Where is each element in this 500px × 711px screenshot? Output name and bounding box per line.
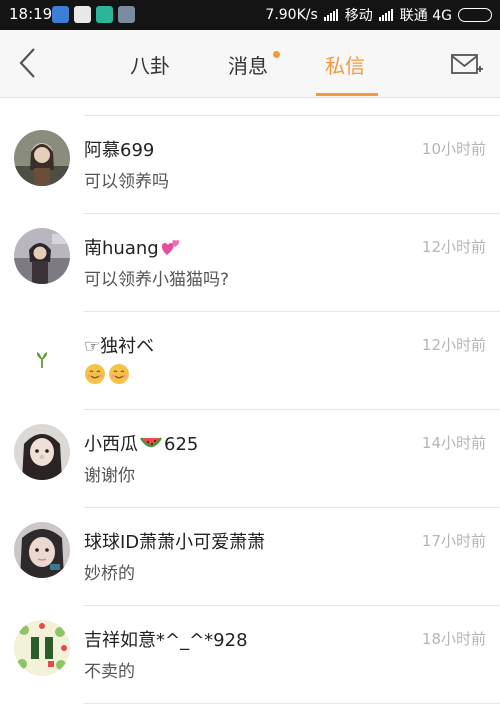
message-time: 10小时前: [421, 140, 486, 158]
active-tab-indicator: [316, 93, 378, 96]
contact-name: 吉祥如意*^_^*928: [84, 630, 248, 651]
status-right: 7.90K/s 移动 联通 4G: [259, 5, 492, 25]
compose-message-icon[interactable]: [450, 49, 484, 79]
message-preview: 可以领养小猫猫吗?: [84, 270, 230, 290]
watermelon-icon: [140, 437, 162, 448]
message-preview: 谢谢你: [84, 466, 135, 486]
app-notification-icon: [96, 6, 113, 23]
message-preview: 可以领养吗: [84, 172, 169, 192]
app-notification-icon: [74, 6, 91, 23]
app-notification-icon: [118, 6, 135, 23]
conversation-row[interactable]: ☞独衬ベ 12小时前: [0, 312, 500, 410]
app-notification-icon: [52, 6, 69, 23]
conversation-row[interactable]: 吉祥如意*^_^*928 18小时前 不卖的: [0, 606, 500, 704]
unread-dot: [273, 51, 280, 58]
carrier-2: 联通 4G: [399, 8, 452, 24]
conversation-row[interactable]: 南huang 12小时前 可以领养小猫猫吗?: [0, 214, 500, 312]
carrier-1: 移动: [344, 8, 373, 24]
message-time: 12小时前: [421, 336, 486, 354]
avatar: [14, 326, 70, 382]
tab-messages[interactable]: 消息: [228, 50, 268, 79]
avatar: [14, 228, 70, 284]
contact-name: 南huang: [84, 234, 182, 260]
header: 八卦 消息 私信: [0, 30, 500, 98]
conversation-row[interactable]: 小西瓜 625 14小时前 谢谢你: [0, 410, 500, 508]
divider: [84, 703, 500, 704]
status-time: 18:19: [9, 5, 53, 23]
message-preview: 不卖的: [84, 662, 135, 682]
message-preview: 妙桥的: [84, 564, 135, 584]
message-time: 12小时前: [421, 238, 486, 256]
status-bar: 18:19 7.90K/s 移动 联通 4G: [0, 0, 500, 30]
back-icon[interactable]: [14, 46, 44, 80]
avatar: [14, 424, 70, 480]
contact-name: ☞独衬ベ: [84, 336, 155, 357]
smiley-emoji-icon: [85, 364, 105, 384]
conversation-row[interactable]: 球球ID萧萧小可爱萧萧 17小时前 妙桥的: [0, 508, 500, 606]
battery-icon: [458, 8, 492, 22]
avatar: [14, 620, 70, 676]
hearts-icon: [161, 240, 179, 255]
message-time: 14小时前: [421, 434, 486, 452]
avatar: [14, 130, 70, 186]
contact-name: 阿慕699: [84, 140, 155, 161]
network-speed: 7.90K/s: [265, 7, 318, 23]
conversation-row[interactable]: 阿慕699 10小时前 可以领养吗: [0, 116, 500, 214]
signal-icon: [323, 9, 339, 21]
message-time: 17小时前: [421, 532, 486, 550]
contact-name: 小西瓜 625: [84, 434, 199, 455]
message-time: 18小时前: [421, 630, 486, 648]
tab-private-messages[interactable]: 私信: [325, 50, 365, 79]
signal-icon: [378, 9, 394, 21]
smiley-emoji-icon: [109, 364, 129, 384]
contact-name: 球球ID萧萧小可爱萧萧: [84, 532, 266, 553]
message-preview: [84, 363, 130, 386]
tab-gossip[interactable]: 八卦: [130, 50, 170, 79]
avatar: [14, 522, 70, 578]
